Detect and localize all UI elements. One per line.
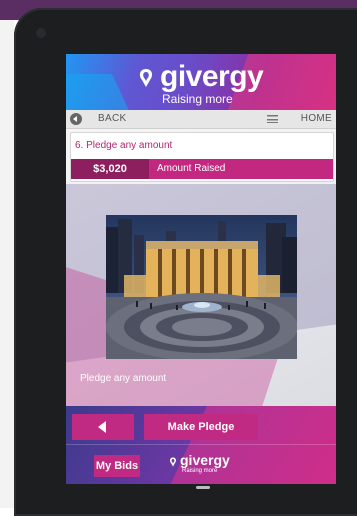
item-title: 6. Pledge any amount [75,140,173,151]
back-circle-icon [70,113,82,125]
triangle-left-icon [98,421,106,433]
device-speaker [196,486,210,489]
tablet-device: givergy Raising more BACK HOME 6. Pledge… [14,8,357,516]
camera-icon [36,28,46,38]
heart-logo-icon [169,457,177,467]
back-label: BACK [98,113,127,124]
item-description: Pledge any amount [80,373,167,384]
item-photo [106,215,297,359]
givergy-logo: givergy Raising more [136,60,276,106]
my-bids-button[interactable]: My Bids [94,455,140,477]
app-screen: givergy Raising more BACK HOME 6. Pledge… [66,54,336,484]
heart-logo-icon [139,69,153,87]
make-pledge-button[interactable]: Make Pledge [144,414,258,440]
menu-icon [267,115,278,123]
action-bar: Make Pledge My Bids givergy Raising more [66,406,336,484]
previous-button[interactable] [72,414,134,440]
home-label: HOME [300,113,332,124]
footer-logo: givergy Raising more [168,450,248,480]
amount-raised-row: $3,020 Amount Raised [71,159,333,179]
nav-bar: BACK HOME [66,110,336,129]
item-content: Pledge any amount [66,184,336,406]
footer-logo-text: givergy [180,452,230,468]
home-button[interactable]: HOME [262,112,332,126]
logo-tagline: Raising more [162,92,233,106]
amount-value: $3,020 [71,159,149,179]
app-header: givergy Raising more [66,54,336,110]
item-card: 6. Pledge any amount $3,020 Amount Raise… [70,132,334,182]
divider [66,444,336,445]
logo-text: givergy [160,60,264,93]
footer-logo-tagline: Raising more [182,468,218,474]
page-left-band [0,20,14,508]
amount-label: Amount Raised [157,163,226,174]
